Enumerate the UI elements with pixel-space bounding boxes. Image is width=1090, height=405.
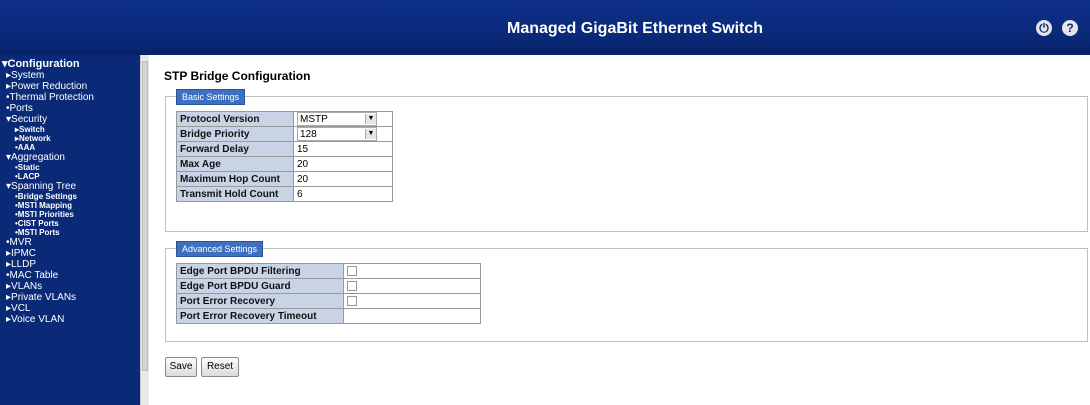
basic-settings-legend: Basic Settings [176, 89, 246, 105]
protocol-version-value: MSTP [300, 113, 328, 125]
max-age-cell [293, 156, 393, 172]
sidebar-item[interactable]: ▾Aggregation [2, 152, 140, 163]
reset-button[interactable]: Reset [201, 357, 239, 377]
logout-icon[interactable]: ⏻ [1036, 20, 1052, 36]
sidebar-item[interactable]: ▾Configuration [2, 58, 140, 70]
port-error-recovery-timeout-input[interactable] [347, 310, 471, 322]
sidebar-item[interactable]: •Static [2, 163, 140, 172]
basic-settings-section: Basic Settings Protocol Version MSTP ▼ Br… [165, 89, 1088, 232]
chevron-down-icon: ▼ [365, 129, 376, 139]
sidebar-item[interactable]: •Thermal Protection [2, 92, 140, 103]
sidebar-item[interactable]: •MAC Table [2, 270, 140, 281]
sidebar-item[interactable]: ▸VLANs [2, 281, 140, 292]
app-title: Managed GigaBit Ethernet Switch [506, 20, 764, 37]
protocol-version-label: Protocol Version [176, 111, 294, 127]
max-hop-count-label: Maximum Hop Count [176, 171, 294, 187]
bridge-priority-select[interactable]: 128 ▼ [297, 127, 377, 141]
sidebar-item[interactable]: ▸LLDP [2, 259, 140, 270]
forward-delay-label: Forward Delay [176, 141, 294, 157]
sidebar-item[interactable]: •MVR [2, 237, 140, 248]
sidebar-item[interactable]: •Ports [2, 103, 140, 114]
bridge-priority-cell: 128 ▼ [293, 126, 393, 142]
sidebar-item[interactable]: ▸Network [2, 134, 140, 143]
port-error-recovery-timeout-label: Port Error Recovery Timeout [176, 308, 344, 324]
sidebar-item[interactable]: ▸Private VLANs [2, 292, 140, 303]
protocol-version-cell: MSTP ▼ [293, 111, 393, 127]
max-hop-count-input[interactable] [297, 173, 387, 185]
sidebar-item[interactable]: •Bridge Settings [2, 192, 140, 201]
main-content: STP Bridge Configuration Basic Settings … [148, 55, 1090, 405]
port-error-recovery-label: Port Error Recovery [176, 293, 344, 309]
sidebar-nav: ▾Configuration ▸System ▸Power Reduction •Th… [0, 55, 140, 405]
sidebar-item[interactable]: ▾Spanning Tree [2, 181, 140, 192]
advanced-settings-section: Advanced Settings Edge Port BPDU Filteri… [165, 241, 1088, 342]
save-button[interactable]: Save [165, 357, 197, 377]
page-title: STP Bridge Configuration [164, 69, 311, 83]
table-row: Edge Port BPDU Filtering [176, 263, 481, 279]
port-error-recovery-timeout-cell [343, 308, 481, 324]
port-error-recovery-checkbox[interactable] [347, 295, 357, 306]
sidebar-item[interactable]: ▸VCL [2, 303, 140, 314]
table-row: Edge Port BPDU Guard [176, 278, 481, 294]
edge-bpdu-filtering-cell [343, 263, 481, 279]
help-icon[interactable]: ? [1062, 20, 1078, 36]
table-row: Protocol Version MSTP ▼ [176, 111, 393, 127]
bridge-priority-label: Bridge Priority [176, 126, 294, 142]
table-row: Bridge Priority 128 ▼ [176, 126, 393, 142]
table-row: Port Error Recovery Timeout [176, 308, 481, 324]
sidebar-item[interactable]: •MSTI Ports [2, 228, 140, 237]
sidebar-item[interactable]: ▸IPMC [2, 248, 140, 259]
basic-settings-table: Protocol Version MSTP ▼ Bridge Priority 1… [176, 111, 393, 202]
protocol-version-select[interactable]: MSTP ▼ [297, 112, 377, 126]
table-row: Transmit Hold Count [176, 186, 393, 202]
max-age-input[interactable] [297, 158, 387, 170]
port-error-recovery-cell [343, 293, 481, 309]
edge-bpdu-guard-label: Edge Port BPDU Guard [176, 278, 344, 294]
forward-delay-input[interactable] [297, 143, 387, 155]
header-bar: Managed GigaBit Ethernet Switch ⏻ ? [0, 0, 1090, 55]
sidebar-item[interactable]: ▸Power Reduction [2, 81, 140, 92]
table-row: Maximum Hop Count [176, 171, 393, 187]
max-age-label: Max Age [176, 156, 294, 172]
advanced-settings-table: Edge Port BPDU Filtering Edge Port BPDU … [176, 263, 481, 324]
sidebar-item[interactable]: ▾Security [2, 114, 140, 125]
forward-delay-cell [293, 141, 393, 157]
sidebar-item[interactable]: ▸Switch [2, 125, 140, 134]
edge-bpdu-guard-cell [343, 278, 481, 294]
advanced-settings-legend: Advanced Settings [176, 241, 264, 257]
table-row: Max Age [176, 156, 393, 172]
edge-bpdu-guard-checkbox[interactable] [347, 280, 357, 291]
edge-bpdu-filtering-label: Edge Port BPDU Filtering [176, 263, 344, 279]
bridge-priority-value: 128 [300, 128, 317, 140]
sidebar-item[interactable]: •CIST Ports [2, 219, 140, 228]
edge-bpdu-filtering-checkbox[interactable] [347, 265, 357, 276]
transmit-hold-count-cell [293, 186, 393, 202]
sidebar-item[interactable]: ▸System [2, 70, 140, 81]
sidebar-item[interactable]: •LACP [2, 172, 140, 181]
table-row: Port Error Recovery [176, 293, 481, 309]
max-hop-count-cell [293, 171, 393, 187]
sidebar-item[interactable]: ▸Voice VLAN [2, 314, 140, 325]
chevron-down-icon: ▼ [365, 114, 376, 124]
transmit-hold-count-label: Transmit Hold Count [176, 186, 294, 202]
sidebar-item[interactable]: •MSTI Priorities [2, 210, 140, 219]
sidebar-item[interactable]: •AAA [2, 143, 140, 152]
transmit-hold-count-input[interactable] [297, 188, 387, 200]
sidebar-list: ▾Configuration ▸System ▸Power Reduction •Th… [0, 55, 140, 325]
table-row: Forward Delay [176, 141, 393, 157]
sidebar-item[interactable]: •MSTI Mapping [2, 201, 140, 210]
